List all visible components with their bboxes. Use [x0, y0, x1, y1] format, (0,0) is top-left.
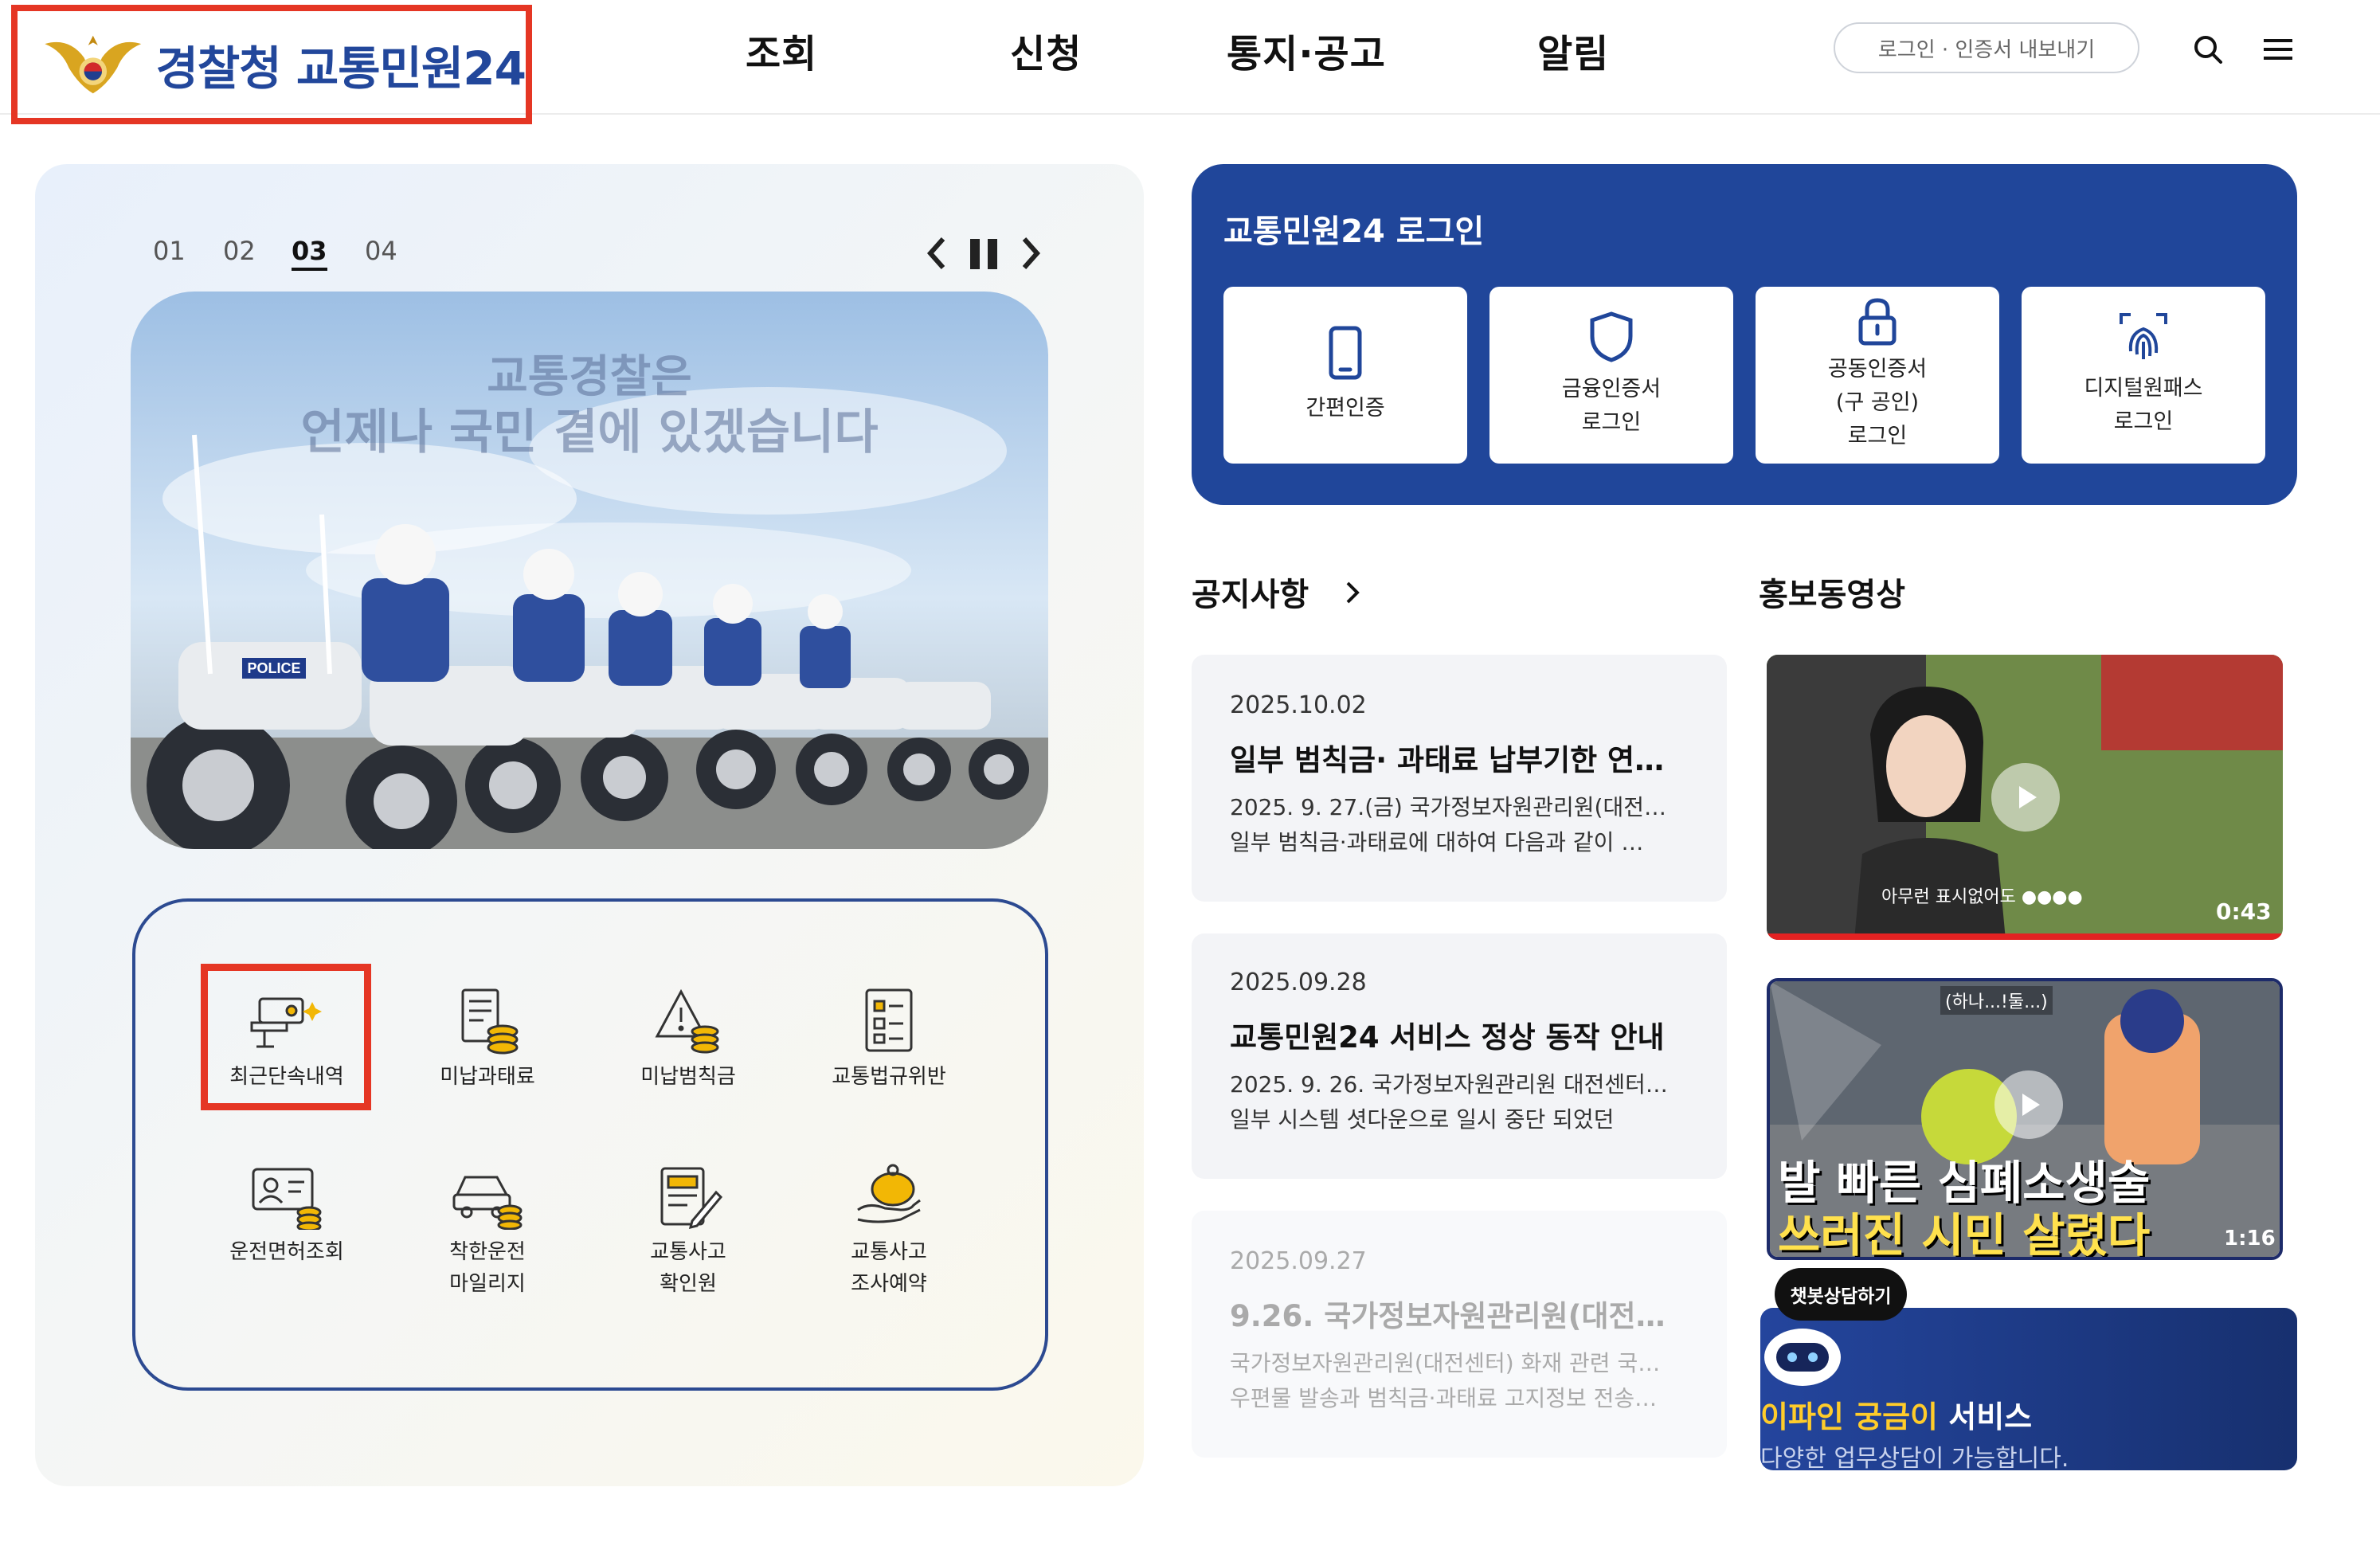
simple-auth-button[interactable]: 간편인증	[1223, 287, 1467, 464]
menu-label: 운전면허조회	[229, 1240, 344, 1264]
videos-title: 홍보동영상	[1759, 577, 1905, 613]
digital-onepass-label: 디지털원패스 로그인	[2084, 376, 2203, 434]
digital-onepass-login-button[interactable]: 디지털원패스 로그인	[2022, 287, 2265, 464]
notices-title[interactable]: 공지사항	[1192, 569, 1309, 615]
nav-item-notice-announcement[interactable]: 통지·공고	[1227, 22, 1386, 78]
notice-line2: 우편물 발송과 범칙금·과태료 고지정보 전송…	[1230, 1385, 1658, 1411]
notice-body: 2025. 9. 27.(금) 국가정보자원관리원(대전… 일부 범칙금·과태료…	[1230, 790, 1690, 860]
notice-item[interactable]: 2025.09.27 9.26. 국가정보자원관리원(대전센… 국가정보자원관리…	[1192, 1211, 1727, 1458]
menu-label: 미납범칙금	[640, 1065, 736, 1089]
notice-title: 교통민원24 서비스 정상 동작 안내	[1230, 1020, 1665, 1055]
login-title: 교통민원24 로그인	[1223, 213, 1485, 250]
chatbot-title-rest: 서비스	[1938, 1399, 2033, 1434]
shield-icon	[1587, 311, 1635, 366]
notice-line1: 2025. 9. 26. 국가정보자원관리원 대전센터…	[1230, 1071, 1668, 1098]
chatbot-title-highlight: 이파인 궁금이	[1760, 1399, 1938, 1434]
notice-line2: 일부 시스템 셧다운으로 일시 중단 되었던	[1230, 1106, 1615, 1133]
lock-icon	[1856, 297, 1899, 350]
menu-label: 착한운전 마일리지	[449, 1240, 526, 1296]
phone-icon	[1326, 325, 1364, 384]
menu-traffic-violation[interactable]: 교통법규위반	[817, 981, 961, 1125]
site-logo[interactable]: 경찰청 교통민원24	[11, 5, 532, 124]
video-duration: 1:16	[2224, 1227, 2276, 1250]
pause-icon[interactable]	[967, 234, 1002, 276]
financial-cert-label: 금융인증서 로그인	[1561, 377, 1662, 435]
banner-title-line2: 언제나 국민 곁에 있겠습니다	[300, 405, 879, 460]
slide-tab-04[interactable]: 04	[365, 236, 397, 266]
menu-accident-certificate[interactable]: 교통사고 확인원	[617, 1156, 760, 1300]
police-emblem-icon	[45, 35, 142, 94]
video-thumbnail[interactable]: 아무런 표시없어도 ●●●● 0:43	[1767, 655, 2283, 940]
video-thumbnail[interactable]: (하나...!둘...) 발 빠른 심폐소생술 쓰러진 시민 살렸다 1:16	[1767, 978, 2283, 1260]
video-headline-line2: 쓰러진 시민 살렸다	[1778, 1208, 2151, 1260]
notice-body: 국가정보자원관리원(대전센터) 화재 관련 국… 우편물 발송과 범칙금·과태료…	[1230, 1346, 1690, 1416]
notice-line2: 일부 범칙금·과태료에 대하여 다음과 같이 …	[1230, 829, 1644, 855]
menu-label: 교통법규위반	[832, 1065, 946, 1089]
menu-label: 미납과태료	[440, 1065, 535, 1089]
menu-icon[interactable]	[2254, 25, 2302, 73]
menu-label: 교통사고 확인원	[650, 1240, 726, 1296]
menu-unpaid-penalties[interactable]: 미납범칙금	[617, 981, 760, 1125]
login-export-link[interactable]: 로그인 · 인증서 내보내기	[1834, 22, 2139, 73]
joint-cert-login-button[interactable]: 공동인증서 (구 공인) 로그인	[1756, 287, 1999, 464]
chatbot-title: 이파인 궁금이 서비스	[1760, 1392, 2032, 1436]
fingerprint-icon	[2118, 311, 2169, 366]
notices-more-icon[interactable]	[1343, 578, 1362, 610]
license-icon	[247, 1156, 327, 1236]
simple-auth-label: 간편인증	[1305, 396, 1385, 421]
menu-good-driving-mileage[interactable]: 착한운전 마일리지	[416, 1156, 559, 1300]
notice-body: 2025. 9. 26. 국가정보자원관리원 대전센터… 일부 시스템 셧다운으…	[1230, 1067, 1690, 1137]
document-pen-icon	[648, 1156, 728, 1236]
chatbot-subtitle: 다양한 업무상담이 가능합니다.	[1760, 1445, 2069, 1473]
checklist-icon	[849, 981, 929, 1061]
notice-item[interactable]: 2025.09.28 교통민원24 서비스 정상 동작 안내 2025. 9. …	[1192, 933, 1727, 1179]
banner-image[interactable]: POLICE 교통경찰은 언제나 국민 곁에 있겠습니다	[131, 292, 1048, 849]
chatbot-robot-icon	[1760, 1324, 1845, 1394]
highlight-box-recent-enforcement	[201, 964, 371, 1110]
warning-coins-icon	[648, 981, 728, 1061]
financial-cert-login-button[interactable]: 금융인증서 로그인	[1489, 287, 1733, 464]
piggy-bank-icon	[849, 1156, 929, 1236]
next-slide-icon[interactable]	[1020, 234, 1043, 276]
video-caption: 아무런 표시없어도 ●●●●	[1881, 887, 2083, 907]
notice-line1: 국가정보자원관리원(대전센터) 화재 관련 국…	[1230, 1350, 1661, 1376]
menu-unpaid-fines[interactable]: 미납과태료	[416, 981, 559, 1125]
slide-tab-01[interactable]: 01	[153, 236, 186, 266]
video-caption-top: (하나...!둘...)	[1940, 986, 2053, 1015]
menu-license-inquiry[interactable]: 운전면허조회	[215, 1156, 358, 1300]
menu-accident-investigation-reservation[interactable]: 교통사고 조사예약	[817, 1156, 961, 1300]
video-duration: 0:43	[2216, 898, 2272, 925]
slide-tab-03[interactable]: 03	[292, 236, 327, 271]
nav-item-alerts[interactable]: 알림	[1537, 22, 1609, 78]
notice-date: 2025.09.28	[1230, 969, 1367, 996]
car-coins-icon	[448, 1156, 527, 1236]
play-icon[interactable]	[1994, 1070, 2063, 1139]
nav-item-inquiry[interactable]: 조회	[746, 22, 817, 78]
play-icon[interactable]	[1991, 763, 2060, 832]
slide-tab-02[interactable]: 02	[223, 236, 256, 266]
logo-text: 경찰청 교통민원24	[155, 41, 526, 96]
prev-slide-icon[interactable]	[924, 234, 948, 276]
notice-title: 일부 범칙금· 과태료 납부기한 연…	[1230, 743, 1665, 777]
notice-date: 2025.10.02	[1230, 691, 1367, 719]
chatbot-bubble[interactable]: 챗봇상담하기	[1775, 1268, 1907, 1321]
bill-coins-icon	[448, 981, 527, 1061]
search-icon[interactable]	[2184, 25, 2232, 73]
nav-item-application[interactable]: 신청	[1010, 22, 1082, 78]
joint-cert-label: 공동인증서 (구 공인) 로그인	[1827, 357, 1928, 448]
menu-label: 교통사고 조사예약	[851, 1240, 927, 1296]
police-label: POLICE	[247, 660, 300, 676]
notice-date: 2025.09.27	[1230, 1247, 1367, 1275]
notice-line1: 2025. 9. 27.(금) 국가정보자원관리원(대전…	[1230, 794, 1666, 820]
notice-item[interactable]: 2025.10.02 일부 범칙금· 과태료 납부기한 연… 2025. 9. …	[1192, 655, 1727, 902]
notice-title: 9.26. 국가정보자원관리원(대전센…	[1230, 1299, 1692, 1333]
